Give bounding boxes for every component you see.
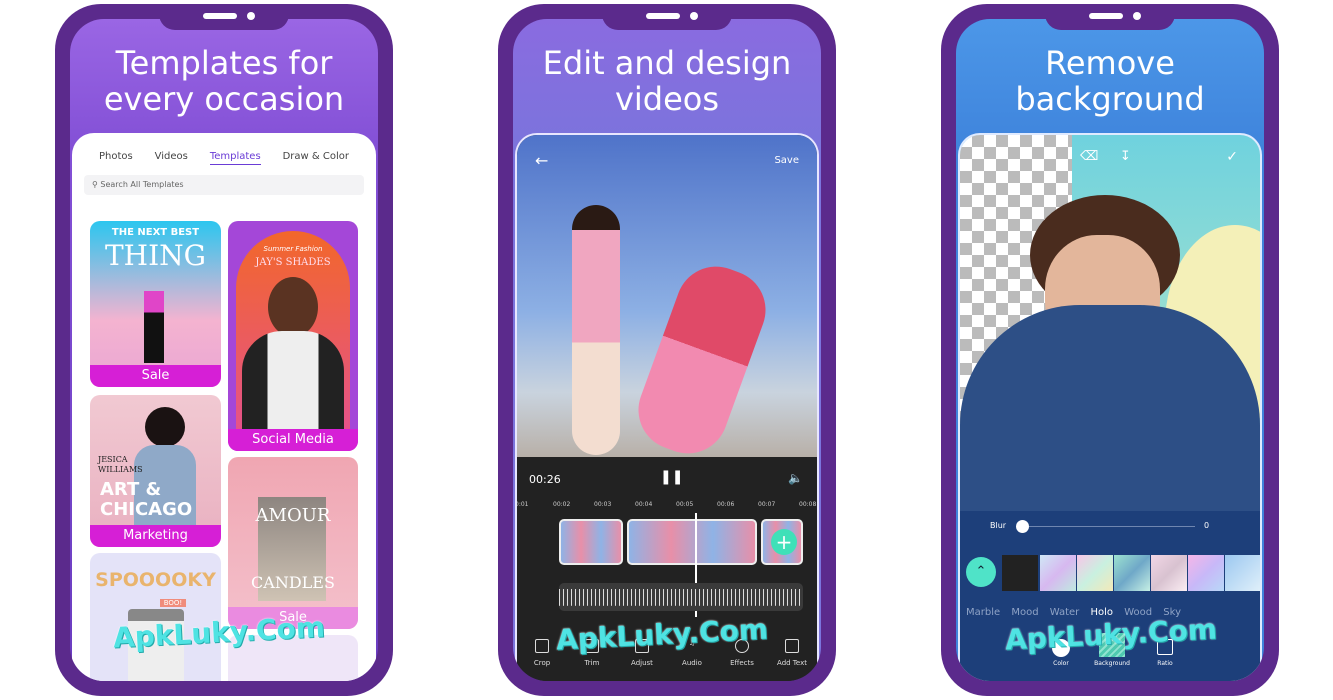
background-editor-card: ⌫ ↧ ✓ Blur 0 ⌃ Marble Mood Water Holo Wo…	[958, 133, 1262, 681]
notch	[1045, 4, 1175, 30]
search-input[interactable]: ⚲ Search All Templates	[84, 175, 364, 195]
template-sale-lipstick[interactable]: THE NEXT BEST THING Sale	[90, 221, 221, 387]
text-icon	[785, 639, 799, 653]
swatch-transparent[interactable]	[1002, 555, 1038, 591]
category-marble-mood[interactable]: Marble Mood	[966, 607, 1039, 618]
blur-slider[interactable]	[1020, 526, 1195, 527]
tab-draw-color[interactable]: Draw & Color	[283, 151, 349, 165]
tab-templates[interactable]: Templates	[209, 151, 261, 165]
swatch[interactable]	[1040, 555, 1076, 591]
phone-remove-background: Remove background ⌫ ↧ ✓ Blur 0 ⌃ Marble …	[941, 4, 1279, 696]
category-water[interactable]: Water	[1050, 607, 1080, 618]
video-clip[interactable]	[559, 519, 623, 565]
category-holo[interactable]: Holo	[1090, 607, 1113, 618]
swatch[interactable]	[1077, 555, 1113, 591]
tab-bar: Photos Videos Templates Draw & Color	[72, 133, 376, 165]
current-time: 00:26	[529, 473, 561, 486]
video-editor-card: ← Save 00:26 ❚❚ 🔈 0:01 00:02 00:03 00:04…	[515, 133, 819, 681]
template-amour-candles[interactable]: AMOUR CANDLES Sale	[228, 457, 358, 629]
checkmark-icon[interactable]: ✓	[1226, 149, 1238, 165]
swatch[interactable]	[1225, 555, 1260, 591]
notch	[602, 4, 732, 30]
headline: Remove background	[1015, 44, 1205, 118]
chevron-up-icon[interactable]: ⌃	[966, 557, 996, 587]
tab-photos[interactable]: Photos	[99, 151, 133, 165]
phone-video-editor: Edit and design videos ← Save 00:26 ❚❚ 🔈…	[498, 4, 836, 696]
eraser-icon[interactable]: ⌫	[1080, 149, 1098, 164]
add-clip-button[interactable]: +	[771, 529, 797, 555]
template-social-media[interactable]: Summer Fashion JAY'S SHADES Social Media	[228, 221, 358, 451]
tab-videos[interactable]: Videos	[155, 151, 188, 165]
tool-add-text[interactable]: Add Text	[770, 639, 814, 667]
pause-icon[interactable]: ❚❚	[660, 469, 683, 485]
video-clip[interactable]	[627, 519, 757, 565]
volume-icon[interactable]: 🔈	[788, 471, 803, 485]
blur-slider-handle[interactable]	[1016, 520, 1029, 533]
swatch[interactable]	[1188, 555, 1224, 591]
download-icon[interactable]: ↧	[1120, 149, 1131, 164]
template-marketing[interactable]: JESICA WILLIAMS ART & CHICAGO Marketing	[90, 395, 221, 547]
templates-card: Photos Videos Templates Draw & Color ⚲ S…	[72, 133, 376, 681]
swatch[interactable]	[1114, 555, 1150, 591]
crop-icon	[535, 639, 549, 653]
headline: Edit and design videos	[542, 44, 792, 118]
phone-templates: Templates for every occasion Photos Vide…	[55, 4, 393, 696]
audio-waveform[interactable]	[559, 583, 803, 611]
swatch[interactable]	[1151, 555, 1187, 591]
video-preview[interactable]	[517, 135, 817, 465]
headline: Templates for every occasion	[103, 44, 345, 118]
save-button[interactable]: Save	[774, 155, 799, 166]
back-arrow-icon[interactable]: ←	[535, 151, 548, 170]
notch	[159, 4, 289, 30]
